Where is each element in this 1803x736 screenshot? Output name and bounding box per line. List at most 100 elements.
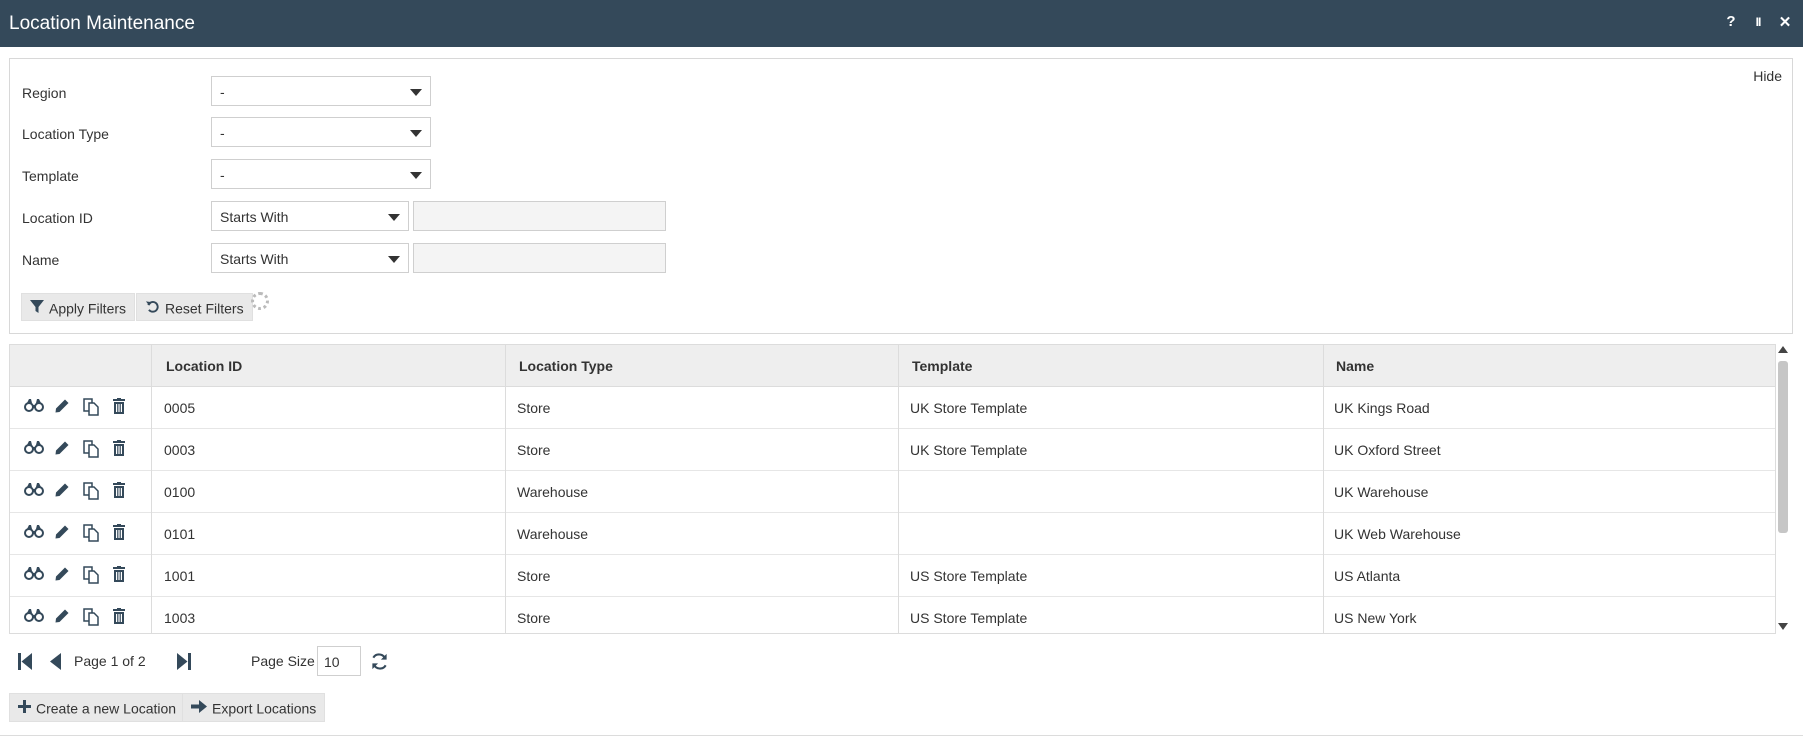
location-id-label: Location ID xyxy=(22,210,93,226)
view-icon[interactable] xyxy=(24,482,46,502)
region-value: - xyxy=(220,84,225,100)
name-cell: UK Kings Road xyxy=(1334,400,1430,416)
edit-icon[interactable] xyxy=(54,524,76,544)
copy-icon[interactable] xyxy=(83,440,105,460)
edit-icon[interactable] xyxy=(54,482,76,502)
location-id-cell: 0005 xyxy=(164,400,196,416)
copy-icon[interactable] xyxy=(83,398,105,418)
location-id-operator-value: Starts With xyxy=(220,209,289,225)
page-size-label: Page Size xyxy=(251,653,315,669)
delete-icon[interactable] xyxy=(113,524,135,544)
view-icon[interactable] xyxy=(24,524,46,544)
edit-icon[interactable] xyxy=(54,608,76,628)
delete-icon[interactable] xyxy=(113,482,135,502)
delete-icon[interactable] xyxy=(113,608,135,628)
location-id-cell: 0100 xyxy=(164,484,196,500)
region-select[interactable]: - xyxy=(211,76,431,106)
template-value: - xyxy=(220,167,225,183)
location-id-cell: 1001 xyxy=(164,568,196,584)
template-label: Template xyxy=(22,168,79,184)
edit-icon[interactable] xyxy=(54,440,76,460)
view-icon[interactable] xyxy=(24,398,46,418)
edit-icon[interactable] xyxy=(54,398,76,418)
first-page-icon[interactable] xyxy=(18,653,32,673)
hide-filters-link[interactable]: Hide xyxy=(1753,68,1782,84)
export-locations-button[interactable]: Export Locations xyxy=(182,693,326,722)
table-row[interactable]: 0100 Warehouse UK Warehouse xyxy=(10,471,1775,513)
table-scrollbar[interactable] xyxy=(1777,344,1789,634)
column-header-name[interactable]: Name xyxy=(1336,358,1374,374)
name-input[interactable] xyxy=(413,243,666,273)
table-row[interactable]: 1003 Store US Store Template US New York xyxy=(10,597,1775,633)
close-button[interactable]: ✕ xyxy=(1777,13,1793,33)
export-locations-label: Export Locations xyxy=(212,700,317,717)
table-row[interactable]: 0101 Warehouse UK Web Warehouse xyxy=(10,513,1775,555)
arrow-right-icon xyxy=(191,700,207,716)
previous-page-icon[interactable] xyxy=(50,653,61,673)
locations-table: Location ID Location Type Template Name … xyxy=(9,344,1776,634)
column-header-location-type[interactable]: Location Type xyxy=(519,358,613,374)
location-type-select[interactable]: - xyxy=(211,117,431,147)
name-operator-select[interactable]: Starts With xyxy=(211,243,409,273)
name-operator-value: Starts With xyxy=(220,251,289,267)
copy-icon[interactable] xyxy=(83,608,105,628)
view-icon[interactable] xyxy=(24,566,46,586)
column-header-location-id[interactable]: Location ID xyxy=(166,358,242,374)
name-label: Name xyxy=(22,252,60,268)
page-size-input[interactable]: 10 xyxy=(317,646,361,676)
column-divider xyxy=(1323,345,1324,633)
chevron-down-icon xyxy=(410,172,422,179)
location-type-cell: Store xyxy=(517,442,551,458)
scrollbar-thumb[interactable] xyxy=(1778,361,1788,533)
column-header-template[interactable]: Template xyxy=(912,358,972,374)
create-location-button[interactable]: Create a new Location xyxy=(9,693,186,722)
view-icon[interactable] xyxy=(24,440,46,460)
column-divider xyxy=(505,345,506,633)
name-cell: US Atlanta xyxy=(1334,568,1401,584)
chevron-down-icon xyxy=(410,130,422,137)
refresh-icon[interactable] xyxy=(370,652,389,674)
plus-icon xyxy=(18,700,31,716)
window-title: Location Maintenance xyxy=(9,13,195,34)
loading-spinner-icon xyxy=(251,292,269,310)
help-button[interactable]: ? xyxy=(1723,13,1739,33)
chevron-down-icon xyxy=(410,89,422,96)
chevron-down-icon xyxy=(388,214,400,221)
location-type-cell: Store xyxy=(517,400,551,416)
table-row[interactable]: 0005 Store UK Store Template UK Kings Road xyxy=(10,387,1775,429)
location-type-cell: Store xyxy=(517,610,551,626)
delete-icon[interactable] xyxy=(113,566,135,586)
page-indicator: Page 1 of 2 xyxy=(74,653,146,669)
copy-icon[interactable] xyxy=(83,566,105,586)
region-label: Region xyxy=(22,85,67,101)
copy-icon[interactable] xyxy=(83,524,105,544)
delete-icon[interactable] xyxy=(113,398,135,418)
name-cell: US New York xyxy=(1334,610,1417,626)
location-id-cell: 0003 xyxy=(164,442,196,458)
table-row[interactable]: 0003 Store UK Store Template UK Oxford Stre… xyxy=(10,429,1775,471)
scroll-up-arrow-icon[interactable] xyxy=(1778,346,1788,353)
location-id-cell: 1003 xyxy=(164,610,196,626)
pause-button[interactable]: II xyxy=(1750,15,1766,35)
reset-filters-button[interactable]: Reset Filters xyxy=(136,293,253,321)
pager: Page 1 of 2 Page Size 10 xyxy=(14,646,714,676)
copy-icon[interactable] xyxy=(83,482,105,502)
location-id-operator-select[interactable]: Starts With xyxy=(211,201,409,231)
delete-icon[interactable] xyxy=(113,440,135,460)
create-location-label: Create a new Location xyxy=(36,700,177,717)
template-cell: UK Store Template xyxy=(910,442,1028,458)
template-select[interactable]: - xyxy=(211,159,431,189)
reset-filters-label: Reset Filters xyxy=(165,300,244,317)
table-row[interactable]: 1001 Store US Store Template US Atlanta xyxy=(10,555,1775,597)
edit-icon[interactable] xyxy=(54,566,76,586)
undo-icon xyxy=(145,299,160,317)
location-id-cell: 0101 xyxy=(164,526,196,542)
location-type-value: - xyxy=(220,125,225,141)
view-icon[interactable] xyxy=(24,608,46,628)
apply-filters-label: Apply Filters xyxy=(49,300,127,317)
scroll-down-arrow-icon[interactable] xyxy=(1778,623,1788,630)
last-page-icon[interactable] xyxy=(177,653,191,673)
template-cell: US Store Template xyxy=(910,610,1028,626)
location-id-input[interactable] xyxy=(413,201,666,231)
apply-filters-button[interactable]: Apply Filters xyxy=(21,293,136,321)
